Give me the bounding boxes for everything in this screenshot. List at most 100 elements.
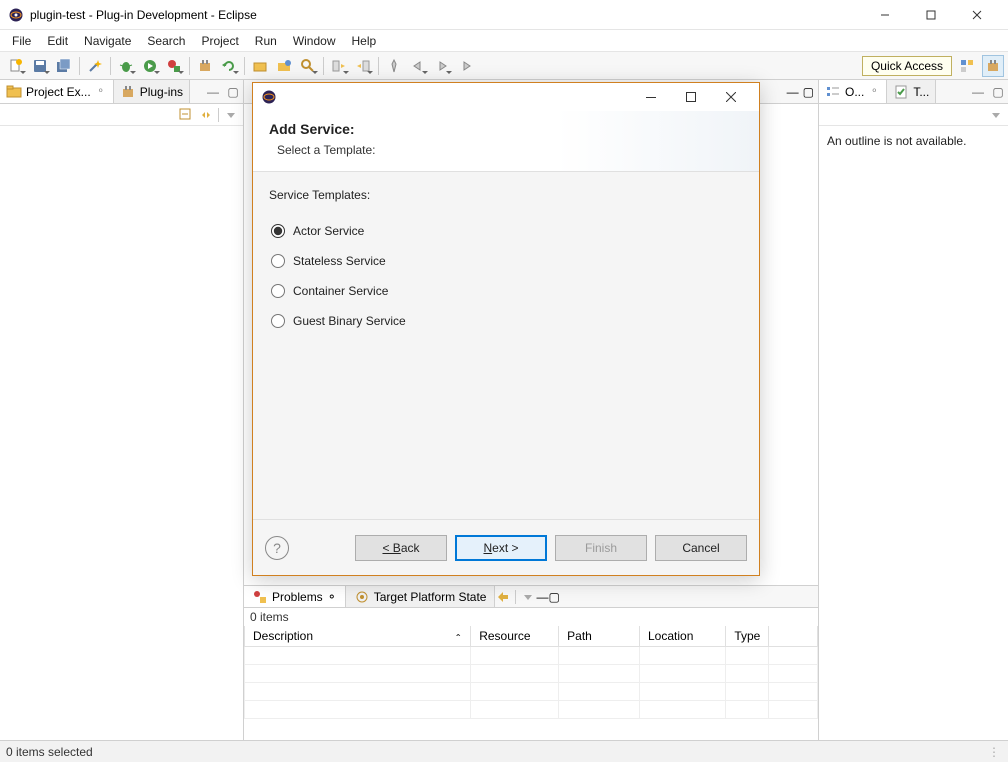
view-menu-icon[interactable] (520, 589, 536, 605)
next-button[interactable]: Next > (455, 535, 547, 561)
help-icon[interactable]: ? (265, 536, 289, 560)
view-menu-icon[interactable] (988, 107, 1004, 123)
minimize-view-icon[interactable]: — (205, 84, 221, 100)
quick-access[interactable]: Quick Access (862, 56, 952, 76)
tab-target-platform[interactable]: Target Platform State (346, 586, 496, 607)
radio-container[interactable] (271, 284, 285, 298)
editor-maximize-icon[interactable]: ▢ (803, 85, 814, 99)
close-button[interactable] (954, 1, 1000, 29)
menu-project[interactable]: Project (193, 32, 246, 50)
debug-icon[interactable] (115, 55, 137, 77)
col-location[interactable]: Location (640, 626, 726, 647)
maximize-view-icon[interactable]: ▢ (548, 590, 559, 604)
dialog-title: Add Service: (269, 121, 743, 137)
main-toolbar: Quick Access (0, 52, 1008, 80)
dialog-minimize-button[interactable] (631, 84, 671, 110)
forward-icon[interactable] (431, 55, 453, 77)
next-annotation-icon[interactable] (328, 55, 350, 77)
tab-problems[interactable]: Problems ⚬ (244, 586, 346, 607)
group-label: Service Templates: (269, 188, 743, 202)
maximize-button[interactable] (908, 1, 954, 29)
last-edit-icon[interactable] (455, 55, 477, 77)
col-type[interactable]: Type (726, 626, 769, 647)
table-row[interactable] (245, 647, 818, 665)
tab-outline[interactable]: O... ⚬ (819, 80, 887, 103)
option-label[interactable]: Guest Binary Service (293, 314, 406, 328)
menubar: File Edit Navigate Search Project Run Wi… (0, 30, 1008, 52)
tab-tasks[interactable]: T... (887, 80, 936, 103)
col-extra[interactable] (769, 626, 818, 647)
save-all-icon[interactable] (53, 55, 75, 77)
tab-project-explorer[interactable]: Project Ex... ⚬ (0, 80, 114, 103)
status-text: 0 items selected (6, 745, 93, 759)
back-button[interactable]: < Back (355, 535, 447, 561)
run-icon[interactable] (139, 55, 161, 77)
dialog-subtitle: Select a Template: (269, 143, 743, 157)
maximize-view-icon[interactable]: ▢ (225, 84, 241, 100)
minimize-view-icon[interactable]: — (536, 590, 548, 604)
menu-help[interactable]: Help (344, 32, 385, 50)
radio-guest[interactable] (271, 314, 285, 328)
open-perspective-icon[interactable] (956, 55, 978, 77)
menu-run[interactable]: Run (247, 32, 285, 50)
table-row[interactable] (245, 665, 818, 683)
tab-close-icon[interactable]: ⚬ (327, 590, 337, 604)
statusbar: 0 items selected ⋮ (0, 740, 1008, 762)
new-icon[interactable] (5, 55, 27, 77)
plugin-perspective-icon[interactable] (982, 55, 1004, 77)
open-type-icon[interactable] (249, 55, 271, 77)
cancel-button[interactable]: Cancel (655, 535, 747, 561)
view-menu-icon[interactable] (223, 107, 239, 123)
open-task-icon[interactable] (273, 55, 295, 77)
resize-grip-icon[interactable]: ⋮ (988, 745, 1002, 759)
tab-close-icon[interactable]: ⚬ (868, 86, 880, 98)
menu-search[interactable]: Search (139, 32, 193, 50)
save-icon[interactable] (29, 55, 51, 77)
menu-edit[interactable]: Edit (39, 32, 76, 50)
back-icon[interactable] (407, 55, 429, 77)
option-actor-service[interactable]: Actor Service (269, 216, 743, 246)
collapse-all-icon[interactable] (178, 107, 194, 123)
refresh-icon[interactable] (218, 55, 240, 77)
pin-editor-icon[interactable] (383, 55, 405, 77)
option-label[interactable]: Stateless Service (293, 254, 386, 268)
radio-stateless[interactable] (271, 254, 285, 268)
col-path[interactable]: Path (559, 626, 640, 647)
external-tools-icon[interactable] (163, 55, 185, 77)
focus-icon[interactable] (495, 589, 511, 605)
dialog-maximize-button[interactable] (671, 84, 711, 110)
maximize-view-icon[interactable]: ▢ (990, 84, 1006, 100)
table-row[interactable] (245, 701, 818, 719)
editor-minimize-icon[interactable]: — (787, 85, 799, 99)
col-description[interactable]: Descriptionˆ (245, 626, 471, 647)
minimize-button[interactable] (862, 1, 908, 29)
wand-icon[interactable] (84, 55, 106, 77)
project-explorer-body[interactable] (0, 126, 243, 740)
search-icon[interactable] (297, 55, 319, 77)
option-label[interactable]: Container Service (293, 284, 388, 298)
prev-annotation-icon[interactable] (352, 55, 374, 77)
new-plugin-icon[interactable] (194, 55, 216, 77)
eclipse-icon (8, 7, 24, 23)
table-row[interactable] (245, 683, 818, 701)
tab-plugins[interactable]: Plug-ins (114, 80, 190, 103)
link-editor-icon[interactable] (198, 107, 214, 123)
outline-body: An outline is not available. (819, 126, 1008, 740)
menu-window[interactable]: Window (285, 32, 344, 50)
option-label[interactable]: Actor Service (293, 224, 364, 238)
menu-file[interactable]: File (4, 32, 39, 50)
radio-actor[interactable] (271, 224, 285, 238)
left-panel: Project Ex... ⚬ Plug-ins — ▢ (0, 80, 244, 740)
outline-icon (825, 84, 841, 100)
tab-label: Project Ex... (26, 85, 91, 99)
dialog-close-button[interactable] (711, 84, 751, 110)
minimize-view-icon[interactable]: — (970, 84, 986, 100)
option-stateless-service[interactable]: Stateless Service (269, 246, 743, 276)
option-guest-binary-service[interactable]: Guest Binary Service (269, 306, 743, 336)
add-service-dialog: Add Service: Select a Template: Service … (252, 82, 760, 576)
option-container-service[interactable]: Container Service (269, 276, 743, 306)
col-resource[interactable]: Resource (471, 626, 559, 647)
tab-close-icon[interactable]: ⚬ (95, 86, 107, 98)
menu-navigate[interactable]: Navigate (76, 32, 139, 50)
problems-table[interactable]: Descriptionˆ Resource Path Location Type (244, 626, 818, 740)
